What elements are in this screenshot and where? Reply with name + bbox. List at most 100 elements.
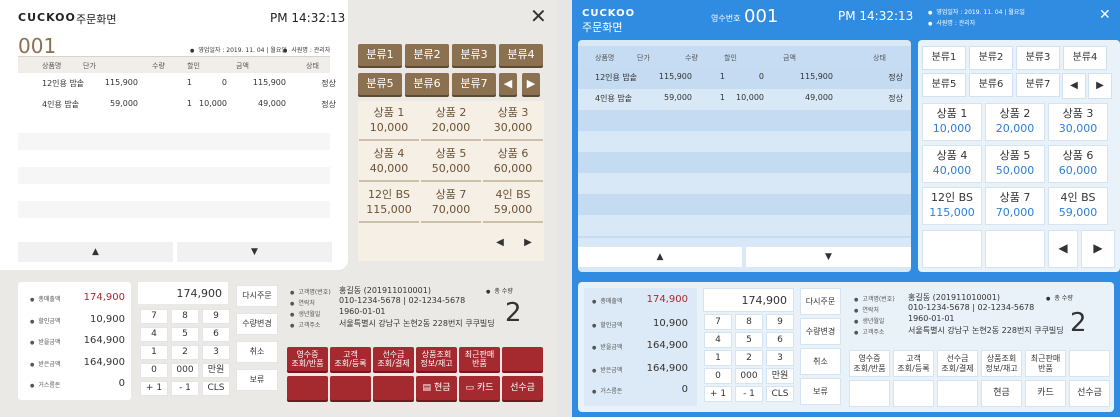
table-cell[interactable]: 115,900 [637,72,692,81]
product-button[interactable]: 상품 1 10,000 [922,103,982,141]
table-cell[interactable]: 59,000 [637,93,692,102]
keypad-key[interactable]: CLS [202,381,230,396]
category-button[interactable]: 분류1 [922,46,966,70]
pay-empty[interactable] [373,376,414,400]
keypad-key[interactable]: 000 [171,363,199,378]
action-button[interactable]: 다시주문 [236,285,278,307]
product-button[interactable]: 상품 1 10,000 [359,103,419,141]
keypad-key[interactable]: 만원 [202,363,230,378]
product-prev-button[interactable]: ◀ [488,232,512,254]
keypad-key[interactable]: 1 [704,350,732,366]
action-button[interactable]: 취소 [236,341,278,363]
card-button[interactable]: ▭ 카드 [459,376,500,400]
category-prev-button[interactable]: ◀ [1062,73,1086,99]
function-button[interactable]: 영수증 조회/반품 [849,350,890,377]
scroll-up-button[interactable]: ▲ [18,242,173,262]
category-button[interactable]: 분류2 [405,44,449,66]
table-cell[interactable]: 4인용 밥솥 [42,99,79,110]
table-cell[interactable]: 115,900 [83,78,138,87]
function-button[interactable]: 고객 조회/등록 [893,350,934,377]
card-button[interactable]: 카드 [1025,380,1066,407]
keypad-key[interactable]: - 1 [735,386,763,402]
product-button[interactable]: 상품 3 30,000 [483,103,543,141]
pay-empty[interactable] [937,380,978,407]
table-cell[interactable]: 4인용 밥솥 [595,93,632,104]
category-button[interactable]: 분류6 [405,73,449,95]
function-button[interactable]: 상품조회 정보/재고 [981,350,1022,377]
function-button[interactable]: 영수증 조회/반품 [287,347,328,371]
close-icon[interactable]: ✕ [1099,7,1111,23]
product-button[interactable]: 상품 4 40,000 [359,144,419,182]
product-button[interactable]: 상품 6 60,000 [483,144,543,182]
keypad-key[interactable]: CLS [766,386,794,402]
keypad-key[interactable]: 9 [766,314,794,330]
product-button[interactable]: 상품 2 20,000 [421,103,481,141]
scroll-up-button[interactable]: ▲ [578,247,742,267]
product-button[interactable]: 상품 7 70,000 [421,185,481,223]
table-cell[interactable]: 정상 [873,93,903,104]
keypad-key[interactable]: 1 [140,345,168,360]
keypad-key[interactable]: 3 [202,345,230,360]
keypad-key[interactable]: 8 [171,309,199,324]
table-cell[interactable]: 12인용 밥솥 [595,72,637,83]
product-button[interactable]: 4인 BS 59,000 [483,185,543,223]
table-cell[interactable]: 1 [152,99,192,108]
table-cell[interactable]: 115,900 [783,72,833,81]
product-button[interactable]: 상품 3 30,000 [1048,103,1108,141]
table-cell[interactable]: 0 [187,78,227,87]
keypad-key[interactable]: 2 [735,350,763,366]
cash-button[interactable]: 현금 [981,380,1022,407]
product-button[interactable]: 12인 BS 115,000 [359,185,419,223]
category-button[interactable]: 분류4 [499,44,543,66]
table-cell[interactable]: 0 [724,72,764,81]
table-cell[interactable]: 12인용 밥솥 [42,78,84,89]
product-button[interactable]: 상품 5 50,000 [421,144,481,182]
product-button[interactable]: 상품 5 50,000 [985,145,1045,183]
keypad-key[interactable]: + 1 [140,381,168,396]
product-next-button[interactable]: ▶ [1081,230,1115,268]
keypad-key[interactable]: 6 [766,332,794,348]
close-icon[interactable]: ✕ [530,6,547,26]
function-button[interactable]: 최근판매 반품 [1025,350,1066,377]
keypad-key[interactable]: 2 [171,345,199,360]
table-cell[interactable]: 59,000 [83,99,138,108]
keypad-key[interactable]: 5 [171,327,199,342]
product-button[interactable]: 상품 2 20,000 [985,103,1045,141]
function-button[interactable]: 선수금 조회/결제 [937,350,978,377]
pay-empty[interactable] [849,380,890,407]
keypad-key[interactable]: 0 [140,363,168,378]
prepaid-button[interactable]: 선수금 [1069,380,1110,407]
keypad-key[interactable]: 9 [202,309,230,324]
category-button[interactable]: 분류5 [922,73,966,97]
table-cell[interactable]: 115,900 [236,78,286,87]
keypad-key[interactable]: - 1 [171,381,199,396]
category-prev-button[interactable]: ◀ [499,73,517,95]
table-cell[interactable]: 10,000 [187,99,227,108]
keypad-key[interactable]: + 1 [704,386,732,402]
category-button[interactable]: 분류6 [969,73,1013,97]
category-button[interactable]: 분류7 [1016,73,1060,97]
product-button[interactable]: 상품 6 60,000 [1048,145,1108,183]
prepaid-button[interactable]: 선수금 [502,376,543,400]
pay-empty[interactable] [330,376,371,400]
action-button[interactable]: 수량변경 [800,318,841,345]
keypad-key[interactable]: 6 [202,327,230,342]
table-cell[interactable]: 1 [685,93,725,102]
keypad-key[interactable]: 4 [140,327,168,342]
keypad-key[interactable]: 3 [766,350,794,366]
action-button[interactable]: 보류 [236,369,278,391]
product-button[interactable]: 상품 7 70,000 [985,187,1045,225]
category-button[interactable]: 분류7 [452,73,496,95]
table-cell[interactable]: 49,000 [783,93,833,102]
category-next-button[interactable]: ▶ [1088,73,1112,99]
category-button[interactable]: 분류3 [1016,46,1060,70]
keypad-key[interactable]: 7 [140,309,168,324]
function-button[interactable]: 선수금 조회/결제 [373,347,414,371]
scroll-down-button[interactable]: ▼ [746,247,911,267]
cash-button[interactable]: ▤ 현금 [416,376,457,400]
table-cell[interactable]: 정상 [873,72,903,83]
product-button[interactable]: 12인 BS 115,000 [922,187,982,225]
keypad-key[interactable]: 만원 [766,368,794,384]
table-cell[interactable]: 정상 [306,78,336,89]
product-empty-slot[interactable] [985,230,1045,268]
